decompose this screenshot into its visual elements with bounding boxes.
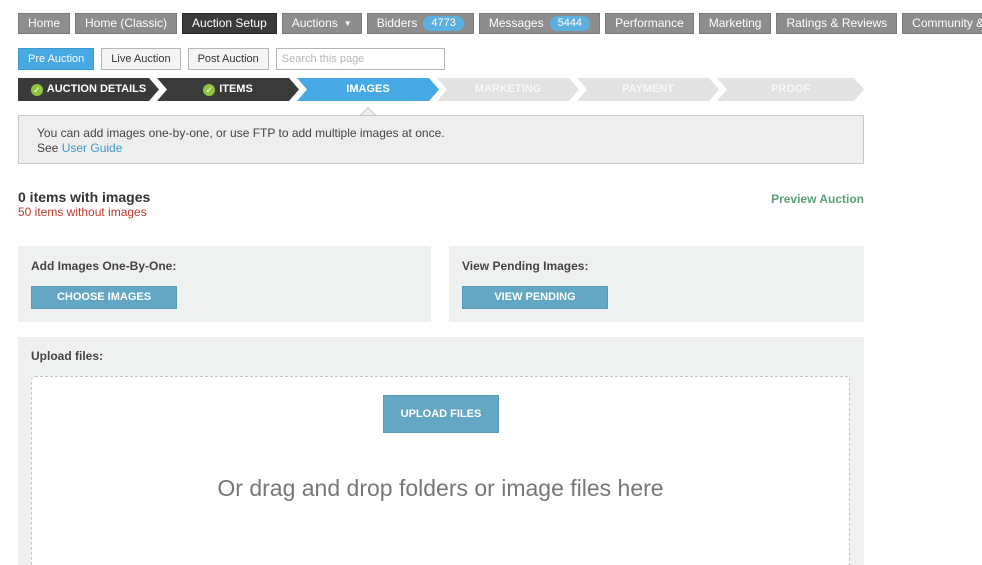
add-images-title: Add Images One-By-One: [31,259,177,273]
sub-nav: Pre Auction Live Auction Post Auction [18,48,445,70]
info-text: You can add images one-by-one, or use FT… [37,126,445,140]
user-guide-link[interactable]: User Guide [62,141,123,155]
drop-zone-text: Or drag and drop folders or image files … [217,475,664,501]
step-pointer [360,107,376,115]
step-proof-label: PROOF [770,83,811,95]
add-images-panel: Add Images One-By-One: CHOOSE IMAGES [18,246,431,322]
nav-home-label: Home [28,16,61,30]
nav-home-classic-label: Home (Classic) [85,16,168,30]
step-images-label: IMAGES [346,83,390,95]
top-nav: Home Home (Classic) Auction Setup Auctio… [18,13,982,34]
nav-auction-setup[interactable]: Auction Setup [182,13,277,34]
items-without-images-count: 50 items without images [18,205,147,219]
step-marketing[interactable]: MARKETING [437,78,579,101]
view-pending-button[interactable]: VIEW PENDING [462,286,608,309]
step-proof[interactable]: PROOF [717,78,864,101]
step-marketing-label: MARKETING [474,83,542,95]
nav-performance-label: Performance [615,16,684,30]
step-items-label: ITEMS [219,83,253,95]
nav-auction-setup-label: Auction Setup [192,16,267,30]
nav-messages[interactable]: Messages 5444 [478,13,601,34]
nav-messages-label: Messages [488,16,544,30]
items-with-images-count: 0 items with images [18,189,151,205]
nav-bidders[interactable]: Bidders 4773 [366,13,474,34]
step-payment-label: PAYMENT [622,83,674,95]
step-items[interactable]: ✓ ITEMS [157,78,299,101]
nav-marketing[interactable]: Marketing [698,13,772,34]
nav-home-classic[interactable]: Home (Classic) [75,13,178,34]
live-auction-button[interactable]: Live Auction [101,48,181,70]
nav-marketing-label: Marketing [708,16,762,30]
nav-community-label: Community & I [912,16,982,30]
nav-home[interactable]: Home [18,13,71,34]
bidders-count-badge: 4773 [423,16,464,31]
nav-ratings-reviews-label: Ratings & Reviews [786,16,888,30]
setup-steps: ✓ AUCTION DETAILS ✓ ITEMS IMAGES MARKETING… [18,78,864,101]
upload-files-button[interactable]: UPLOAD FILES [383,395,499,433]
view-pending-panel: View Pending Images: VIEW PENDING [449,246,864,322]
info-see-text: See [37,141,59,155]
nav-community[interactable]: Community & I [902,13,982,34]
step-auction-details[interactable]: ✓ AUCTION DETAILS [18,78,159,101]
check-icon: ✓ [203,84,215,96]
nav-performance[interactable]: Performance [605,13,694,34]
nav-ratings-reviews[interactable]: Ratings & Reviews [776,13,898,34]
check-icon: ✓ [31,84,43,96]
step-images[interactable]: IMAGES [297,78,439,101]
info-box: You can add images one-by-one, or use FT… [18,115,864,164]
nav-auctions[interactable]: Auctions ▼ [281,13,362,34]
chevron-down-icon: ▼ [343,19,352,28]
pre-auction-button[interactable]: Pre Auction [18,48,95,70]
nav-auctions-label: Auctions [291,16,338,30]
messages-count-badge: 5444 [549,16,591,31]
info-guide-line: See User Guide [37,141,845,156]
choose-images-button[interactable]: CHOOSE IMAGES [31,286,177,309]
step-payment[interactable]: PAYMENT [577,78,719,101]
step-auction-details-label: AUCTION DETAILS [46,83,147,95]
preview-auction-link[interactable]: Preview Auction [771,192,864,206]
drop-zone[interactable]: UPLOAD FILES Or drag and drop folders or… [31,376,850,565]
view-pending-title: View Pending Images: [462,259,589,273]
search-input[interactable] [275,48,445,70]
post-auction-button[interactable]: Post Auction [187,48,269,70]
upload-files-title: Upload files: [31,349,104,363]
nav-bidders-label: Bidders [376,16,418,30]
